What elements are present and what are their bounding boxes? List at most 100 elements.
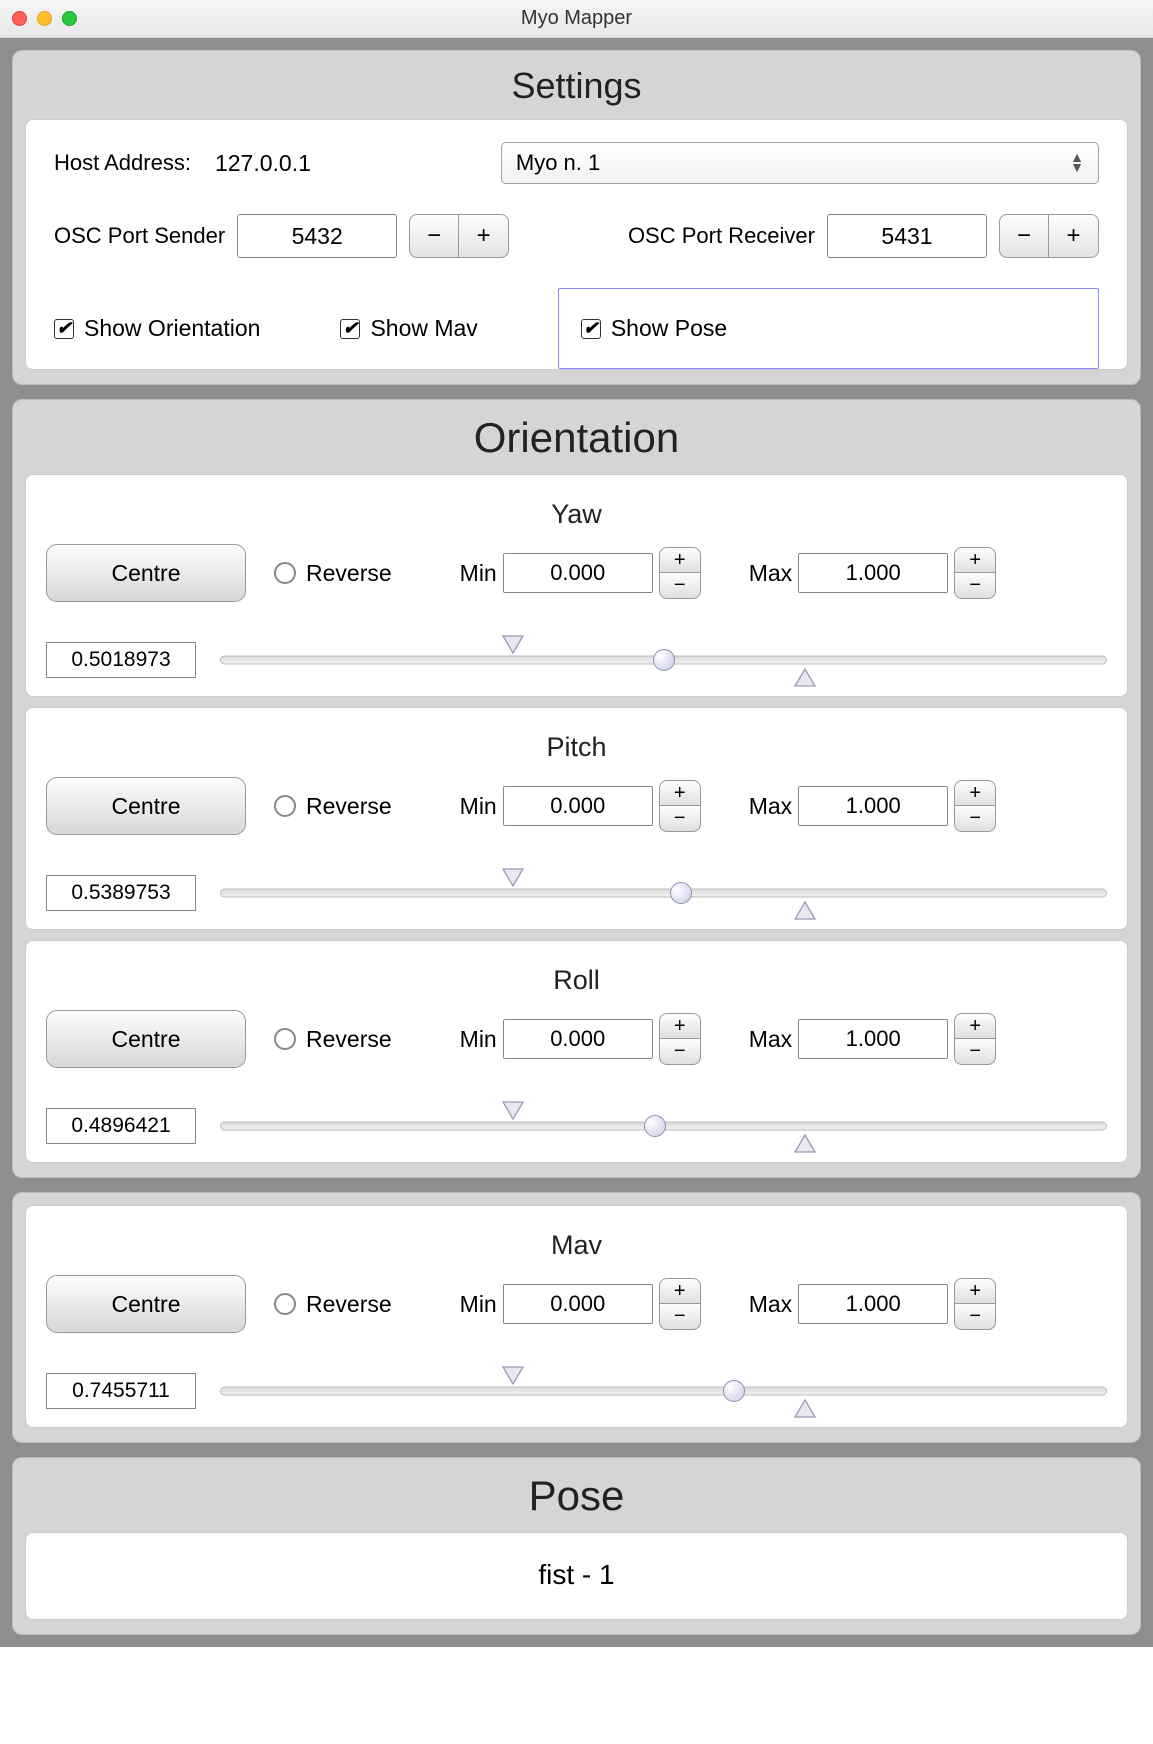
mav-min-input[interactable] <box>503 1284 653 1324</box>
pitch-reverse-radio[interactable] <box>274 795 296 817</box>
roll-reverse-radio[interactable] <box>274 1028 296 1050</box>
roll-centre-button[interactable]: Centre <box>46 1010 246 1068</box>
roll-readout: 0.4896421 <box>46 1108 196 1144</box>
mav-section: Mav Centre Reverse Min +− Max +− <box>25 1205 1128 1428</box>
traffic-lights <box>12 11 77 26</box>
device-selected-label: Myo n. 1 <box>516 150 600 176</box>
show-pose-container: Show Pose <box>558 288 1099 369</box>
host-address-value: 127.0.0.1 <box>215 150 311 177</box>
pitch-max-increment[interactable]: + <box>954 780 996 806</box>
pitch-max-label: Max <box>749 793 792 820</box>
mav-reverse-label: Reverse <box>306 1291 392 1318</box>
mav-thumb[interactable] <box>723 1380 745 1402</box>
chevron-updown-icon: ▲▼ <box>1070 153 1084 173</box>
window-title: Myo Mapper <box>521 7 632 30</box>
pose-value: fist - 1 <box>46 1549 1107 1601</box>
pitch-thumb[interactable] <box>670 882 692 904</box>
titlebar: Myo Mapper <box>0 0 1153 38</box>
pitch-reverse-label: Reverse <box>306 793 392 820</box>
yaw-marker-right[interactable] <box>793 667 817 688</box>
mav-title: Mav <box>46 1230 1107 1261</box>
mav-max-input[interactable] <box>798 1284 948 1324</box>
osc-receiver-increment[interactable]: + <box>1049 214 1099 258</box>
yaw-slider[interactable] <box>220 642 1107 678</box>
roll-marker-right[interactable] <box>793 1133 817 1154</box>
show-pose-label: Show Pose <box>611 315 727 342</box>
mav-max-increment[interactable]: + <box>954 1278 996 1304</box>
pitch-max-decrement[interactable]: − <box>954 806 996 832</box>
yaw-title: Yaw <box>46 499 1107 530</box>
pitch-min-label: Min <box>460 793 497 820</box>
host-address-label: Host Address: <box>54 150 191 176</box>
roll-title: Roll <box>46 965 1107 996</box>
mav-readout: 0.7455711 <box>46 1373 196 1409</box>
yaw-thumb[interactable] <box>653 649 675 671</box>
yaw-max-input[interactable] <box>798 553 948 593</box>
pitch-marker-right[interactable] <box>793 900 817 921</box>
pitch-section: Pitch Centre Reverse Min +− Max +− <box>25 707 1128 930</box>
mav-marker-left[interactable] <box>501 1365 525 1386</box>
orientation-title: Orientation <box>13 414 1140 462</box>
yaw-max-increment[interactable]: + <box>954 547 996 573</box>
yaw-min-label: Min <box>460 560 497 587</box>
pitch-centre-button[interactable]: Centre <box>46 777 246 835</box>
roll-min-label: Min <box>460 1026 497 1053</box>
osc-receiver-input[interactable] <box>827 214 987 258</box>
roll-marker-left[interactable] <box>501 1100 525 1121</box>
pose-section: fist - 1 <box>25 1532 1128 1620</box>
yaw-max-decrement[interactable]: − <box>954 573 996 599</box>
yaw-max-label: Max <box>749 560 792 587</box>
settings-panel: Settings Host Address: 127.0.0.1 Myo n. … <box>12 50 1141 385</box>
yaw-min-increment[interactable]: + <box>659 547 701 573</box>
mav-slider[interactable] <box>220 1373 1107 1409</box>
roll-max-input[interactable] <box>798 1019 948 1059</box>
yaw-marker-left[interactable] <box>501 634 525 655</box>
roll-min-input[interactable] <box>503 1019 653 1059</box>
pitch-title: Pitch <box>46 732 1107 763</box>
mav-min-decrement[interactable]: − <box>659 1304 701 1330</box>
osc-receiver-label: OSC Port Receiver <box>628 223 815 249</box>
pitch-slider[interactable] <box>220 875 1107 911</box>
maximize-window-button[interactable] <box>62 11 77 26</box>
yaw-reverse-radio[interactable] <box>274 562 296 584</box>
mav-max-decrement[interactable]: − <box>954 1304 996 1330</box>
roll-reverse-label: Reverse <box>306 1026 392 1053</box>
yaw-min-decrement[interactable]: − <box>659 573 701 599</box>
osc-receiver-decrement[interactable]: − <box>999 214 1049 258</box>
yaw-centre-button[interactable]: Centre <box>46 544 246 602</box>
roll-max-decrement[interactable]: − <box>954 1039 996 1065</box>
close-window-button[interactable] <box>12 11 27 26</box>
pitch-min-increment[interactable]: + <box>659 780 701 806</box>
roll-max-increment[interactable]: + <box>954 1013 996 1039</box>
yaw-min-input[interactable] <box>503 553 653 593</box>
device-dropdown[interactable]: Myo n. 1 ▲▼ <box>501 142 1099 184</box>
roll-section: Roll Centre Reverse Min +− Max +− <box>25 940 1128 1163</box>
show-pose-checkbox[interactable] <box>581 319 601 339</box>
pitch-marker-left[interactable] <box>501 867 525 888</box>
roll-min-increment[interactable]: + <box>659 1013 701 1039</box>
pitch-readout: 0.5389753 <box>46 875 196 911</box>
orientation-panel: Orientation Yaw Centre Reverse Min + − <box>12 399 1141 1178</box>
osc-sender-decrement[interactable]: − <box>409 214 459 258</box>
roll-min-decrement[interactable]: − <box>659 1039 701 1065</box>
osc-sender-input[interactable] <box>237 214 397 258</box>
roll-thumb[interactable] <box>644 1115 666 1137</box>
mav-min-label: Min <box>460 1291 497 1318</box>
osc-sender-label: OSC Port Sender <box>54 223 225 249</box>
osc-sender-increment[interactable]: + <box>459 214 509 258</box>
pitch-min-decrement[interactable]: − <box>659 806 701 832</box>
pitch-max-input[interactable] <box>798 786 948 826</box>
minimize-window-button[interactable] <box>37 11 52 26</box>
roll-slider[interactable] <box>220 1108 1107 1144</box>
mav-max-label: Max <box>749 1291 792 1318</box>
pitch-min-input[interactable] <box>503 786 653 826</box>
yaw-reverse-label: Reverse <box>306 560 392 587</box>
mav-reverse-radio[interactable] <box>274 1293 296 1315</box>
mav-centre-button[interactable]: Centre <box>46 1275 246 1333</box>
roll-max-label: Max <box>749 1026 792 1053</box>
show-orientation-checkbox[interactable] <box>54 319 74 339</box>
mav-min-increment[interactable]: + <box>659 1278 701 1304</box>
mav-marker-right[interactable] <box>793 1398 817 1419</box>
show-mav-checkbox[interactable] <box>340 319 360 339</box>
yaw-readout: 0.5018973 <box>46 642 196 678</box>
